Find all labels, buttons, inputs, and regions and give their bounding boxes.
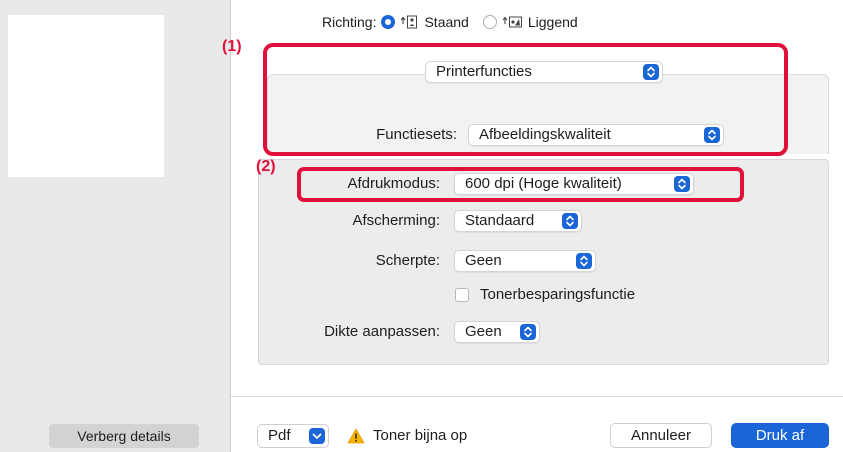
orientation-row: Richting: Staand Liggend: [322, 12, 578, 32]
toner-save-checkbox[interactable]: [455, 288, 469, 302]
callout-label-2: (2): [256, 158, 276, 175]
thickness-popup[interactable]: Geen: [454, 321, 540, 343]
warning-icon: [347, 428, 365, 447]
sharpness-value: Geen: [465, 252, 502, 269]
pdf-menu-button[interactable]: Pdf: [257, 424, 329, 448]
hide-details-button[interactable]: Verberg details: [49, 424, 199, 448]
sharpness-popup[interactable]: Geen: [454, 250, 596, 272]
callout-label-1: (1): [222, 38, 242, 55]
landscape-label: Liggend: [527, 14, 578, 30]
thickness-stepper-icon: [520, 324, 536, 340]
screening-label: Afscherming:: [352, 212, 440, 229]
toner-save-label: Tonerbesparingsfunctie: [480, 286, 636, 303]
landscape-orientation-icon: [502, 15, 523, 29]
portrait-orientation-icon: [401, 15, 419, 29]
toner-warning-text: Toner bijna op: [373, 427, 468, 444]
thickness-label: Dikte aanpassen:: [324, 323, 440, 340]
chevron-down-icon: [309, 428, 325, 444]
screening-popup[interactable]: Standaard: [454, 210, 582, 232]
screening-value: Standaard: [465, 212, 535, 229]
cancel-button[interactable]: Annuleer: [610, 423, 712, 448]
orientation-label: Richting:: [322, 14, 377, 30]
print-button[interactable]: Druk af: [731, 423, 829, 448]
sharpness-stepper-icon: [576, 253, 592, 269]
footer-divider: [231, 396, 843, 397]
screening-stepper-icon: [562, 213, 578, 229]
landscape-radio[interactable]: [482, 15, 497, 29]
preview-sidebar: Verberg details: [0, 0, 230, 452]
portrait-label: Staand: [424, 14, 469, 30]
callout-frame-2: [297, 167, 744, 202]
sharpness-label: Scherpte:: [375, 252, 440, 269]
portrait-radio[interactable]: [381, 15, 396, 29]
page-preview: [8, 15, 164, 177]
thickness-value: Geen: [465, 323, 502, 340]
sidebar-divider: [230, 0, 231, 452]
pdf-label: Pdf: [268, 427, 291, 444]
callout-frame-1: [263, 43, 788, 156]
